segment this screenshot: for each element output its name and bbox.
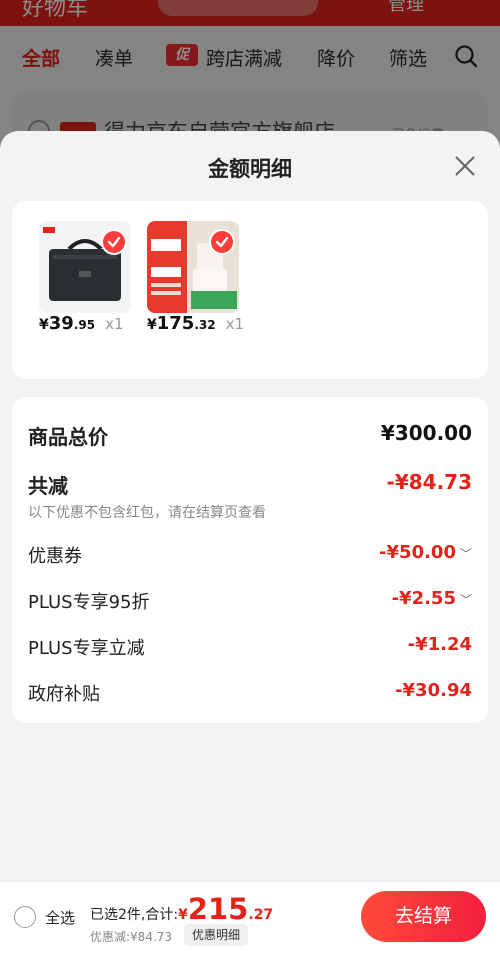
plus-off-label: PLUS专享立减 [28,638,145,659]
chevron-down-icon: ﹀ [459,547,472,561]
product-price: ¥39.95 x1 [39,313,124,334]
reduced-label: 共减 [28,474,68,498]
select-all-label[interactable]: 全选 [45,907,75,928]
amount-detail-sheet: 金额明细 ¥39.95 x1 ¥175.32 x1 商品总价 ¥300.00 共… [0,131,500,954]
price-symbol: ¥ [147,317,157,333]
total-summary: 已选2件,合计:¥215.27 [90,892,273,926]
check-badge-icon [103,231,125,253]
coupon-value: -¥50.00 [379,542,456,563]
price-integer: 39 [48,313,74,334]
price-decimal: .95 [73,318,96,332]
summary-label: 已选2件,合计: [90,907,179,923]
product-image-tissue [147,221,239,313]
close-icon[interactable] [450,151,480,181]
product-item[interactable] [39,221,131,313]
total-symbol: ¥ [178,907,188,923]
total-integer: 215 [187,892,249,926]
total-price-label: 商品总价 [28,425,108,449]
chevron-down-icon: ﹀ [459,593,472,607]
price-decimal: .32 [194,318,216,332]
plus95-value: -¥2.55 [391,588,456,609]
amount-detail-card: 商品总价 ¥300.00 共减 -¥84.73 以下优惠不包含红包，请在结算页查… [12,397,488,723]
plus-off-value: -¥1.24 [407,634,472,655]
product-item[interactable] [147,221,239,313]
product-price: ¥175.32 x1 [147,313,244,334]
coupon-label: 优惠券 [28,546,82,567]
sheet-title: 金额明细 [208,157,292,181]
price-integer: 175 [156,313,195,334]
checkout-button[interactable]: 去结算 [361,891,486,942]
discount-detail-link[interactable]: 优惠明细 [184,924,249,946]
product-qty: x1 [105,315,124,333]
select-all-checkbox[interactable] [14,906,36,928]
reduced-value: -¥84.73 [386,470,472,494]
checkout-bar: 全选 已选2件,合计:¥215.27 优惠减:¥84.73 优惠明细 去结算 [0,881,500,954]
plus95-value-wrap[interactable]: -¥2.55 ﹀ [392,588,472,609]
price-symbol: ¥ [39,317,49,333]
product-image-bag [39,221,131,313]
total-price-value: ¥300.00 [380,421,472,445]
products-card: ¥39.95 x1 ¥175.32 x1 [12,201,488,379]
check-badge-icon [211,231,233,253]
plus95-label: PLUS专享95折 [28,592,150,613]
gov-subsidy-value: -¥30.94 [395,680,472,701]
product-qty: x1 [225,315,245,333]
gov-subsidy-label: 政府补贴 [28,684,100,705]
discount-text: 优惠减:¥84.73 [90,930,173,944]
total-decimal: .27 [248,907,274,923]
reduced-note: 以下优惠不包含红包，请在结算页查看 [28,505,266,521]
coupon-value-wrap[interactable]: -¥50.00 ﹀ [379,542,472,563]
